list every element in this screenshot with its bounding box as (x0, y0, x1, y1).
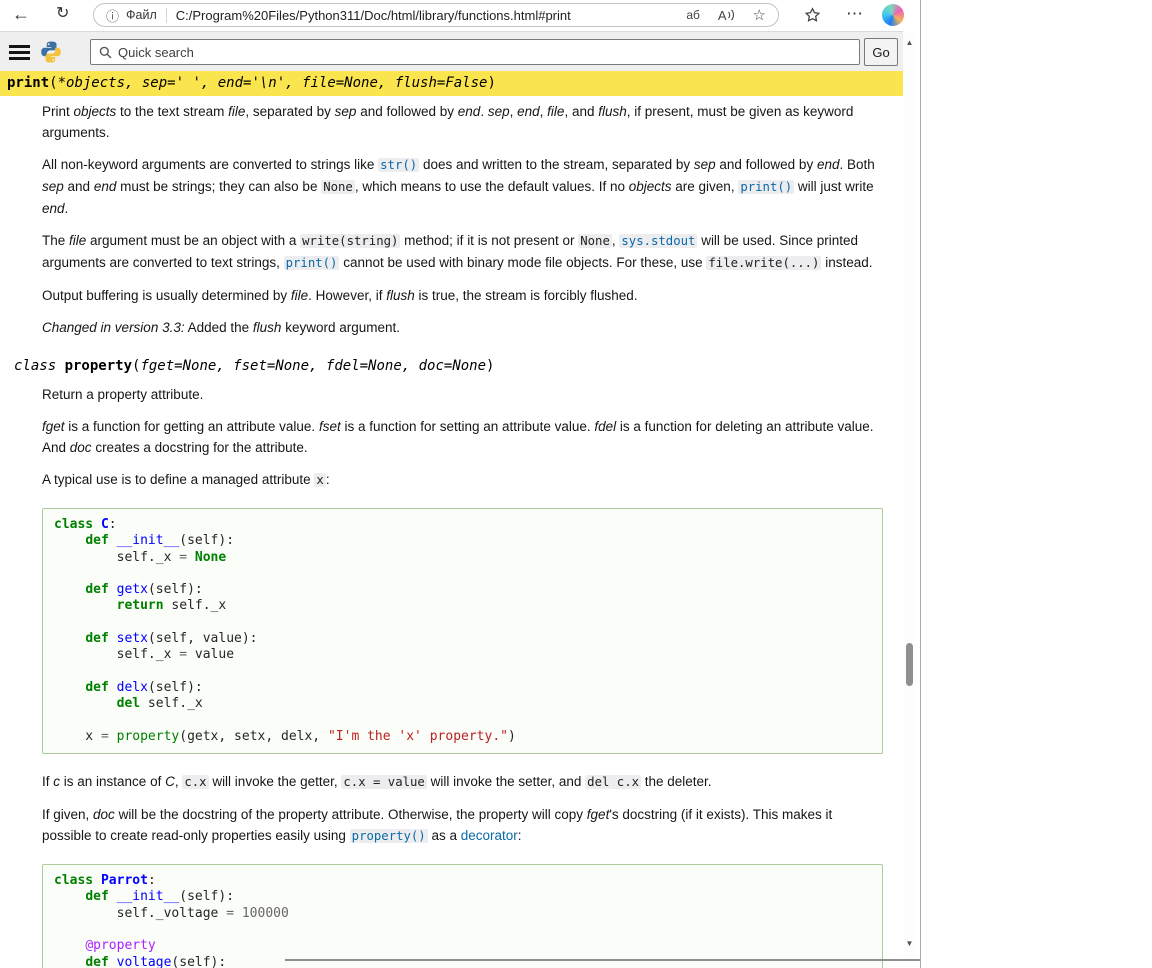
browser-window: ← ↻ ⓘ Файл C:/Program%20Files/Python311/… (0, 0, 921, 968)
refresh-icon[interactable]: ↻ (56, 6, 69, 22)
link[interactable]: property() (350, 829, 428, 843)
print-signature: print(*objects, sep=' ', end='\n', file=… (0, 71, 903, 96)
search-box[interactable] (90, 39, 860, 65)
window-bottom-edge (285, 959, 921, 961)
translate-icon[interactable]: аб (686, 8, 700, 22)
page-info-icon[interactable]: ⓘ (106, 6, 119, 25)
link[interactable]: print() (284, 256, 340, 270)
address-bar-divider (166, 8, 167, 23)
address-bar[interactable]: ⓘ Файл C:/Program%20Files/Python311/Doc/… (93, 3, 779, 27)
doc-content: print(*objects, sep=' ', end='\n', file=… (0, 71, 903, 968)
url-text[interactable]: C:/Program%20Files/Python311/Doc/html/li… (176, 8, 669, 23)
property-description: Return a property attribute. fget is a f… (42, 384, 883, 968)
copilot-icon[interactable] (882, 4, 904, 26)
code-example-managed-attribute: class C: def __init__(self): self._x = N… (42, 508, 883, 754)
favorite-star-icon[interactable]: ☆ (753, 6, 766, 24)
version-changed-note: Changed in version 3.3: Added the flush … (42, 317, 883, 338)
favorites-hub-icon[interactable] (804, 7, 821, 29)
paragraph: If c is an instance of C, c.x will invok… (42, 771, 883, 793)
print-description: Print objects to the text stream file, s… (42, 101, 883, 338)
paragraph: Print objects to the text stream file, s… (42, 101, 883, 143)
go-button[interactable]: Go (864, 38, 898, 66)
python-logo-icon[interactable] (39, 40, 63, 69)
paragraph: Output buffering is usually determined b… (42, 285, 883, 306)
search-input[interactable] (118, 45, 851, 60)
paragraph: A typical use is to define a managed att… (42, 469, 883, 491)
paragraph: All non-keyword arguments are converted … (42, 154, 883, 219)
vertical-scrollbar[interactable]: ▲ ▼ (903, 31, 916, 956)
paragraph: If given, doc will be the docstring of t… (42, 804, 883, 847)
property-signature: class property(fget=None, fset=None, fde… (0, 354, 903, 379)
back-icon[interactable]: ← (12, 5, 30, 23)
code-block: class Parrot: def __init__(self): self._… (54, 873, 871, 968)
search-icon (99, 46, 112, 59)
scroll-down-icon[interactable]: ▼ (903, 939, 916, 948)
read-aloud-letter: A (718, 8, 727, 23)
link[interactable]: sys.stdout (619, 234, 697, 248)
docs-page-header: Go (0, 31, 903, 71)
paragraph: Return a property attribute. (42, 384, 883, 405)
scrollbar-thumb[interactable] (906, 643, 913, 686)
code-block: class C: def __init__(self): self._x = N… (54, 517, 871, 745)
code-example-parrot: class Parrot: def __init__(self): self._… (42, 864, 883, 968)
paragraph: The file argument must be an object with… (42, 230, 883, 274)
link[interactable]: decorator (461, 828, 518, 843)
browser-toolbar: ← ↻ ⓘ Файл C:/Program%20Files/Python311/… (0, 0, 920, 31)
menu-icon[interactable] (9, 45, 30, 64)
sound-waves-icon (727, 8, 735, 22)
paragraph: fget is a function for getting an attrib… (42, 416, 883, 458)
site-label: Файл (126, 8, 157, 22)
link[interactable]: str() (378, 158, 419, 172)
read-aloud-icon[interactable]: A (718, 8, 735, 23)
link[interactable]: print() (738, 180, 794, 194)
scroll-up-icon[interactable]: ▲ (903, 38, 916, 47)
more-menu-icon[interactable]: ⋯ (846, 4, 863, 24)
